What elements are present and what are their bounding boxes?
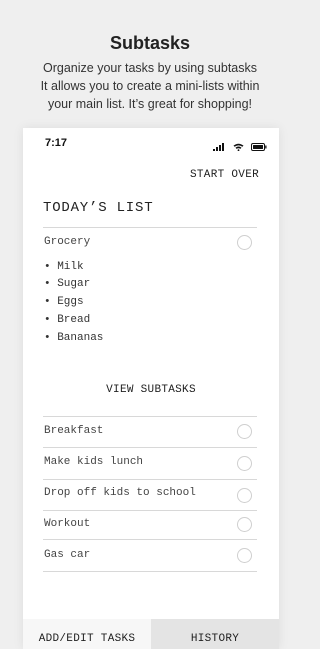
status-bar: 7:17 xyxy=(23,128,279,158)
battery-icon xyxy=(251,138,267,156)
phone-screen: 7:17 START OVER TODAY’S LIST Grocery • M… xyxy=(23,128,279,649)
task-label[interactable]: Gas car xyxy=(44,549,90,561)
signal-icon xyxy=(213,138,225,156)
status-time: 7:17 xyxy=(45,137,68,149)
task-label[interactable]: Make kids lunch xyxy=(44,456,143,468)
promo-line: your main list. It’s great for shopping! xyxy=(47,97,253,111)
promo-line: It allows you to create a mini-lists wit… xyxy=(40,79,260,93)
promo-description: Organize your tasks by using subtasks It… xyxy=(0,59,300,113)
divider xyxy=(43,416,257,417)
divider xyxy=(43,571,257,572)
subtask-item: • Bread xyxy=(44,314,91,326)
subtask-item: • Eggs xyxy=(44,296,84,308)
task-checkbox[interactable] xyxy=(237,456,252,471)
tab-history[interactable]: HISTORY xyxy=(151,619,279,649)
bottom-tab-bar: ADD/EDIT TASKS HISTORY xyxy=(23,619,279,649)
divider xyxy=(43,227,257,228)
task-label[interactable]: Workout xyxy=(44,518,90,530)
divider xyxy=(43,447,257,448)
task-label[interactable]: Breakfast xyxy=(44,425,103,437)
task-checkbox[interactable] xyxy=(237,424,252,439)
task-checkbox[interactable] xyxy=(237,235,252,250)
divider xyxy=(43,539,257,540)
task-checkbox[interactable] xyxy=(237,548,252,563)
divider xyxy=(43,510,257,511)
subtask-item: • Bananas xyxy=(44,332,104,344)
promo-title: Subtasks xyxy=(109,33,191,53)
view-subtasks-button[interactable]: VIEW SUBTASKS xyxy=(23,384,279,396)
start-over-button[interactable]: START OVER xyxy=(190,169,259,181)
task-label[interactable]: Drop off kids to school xyxy=(44,487,196,499)
tab-add-edit-tasks[interactable]: ADD/EDIT TASKS xyxy=(23,619,151,649)
divider xyxy=(43,479,257,480)
subtask-item: • Sugar xyxy=(44,278,91,290)
status-icons xyxy=(210,138,267,152)
subtask-item: • Milk xyxy=(44,261,84,273)
wifi-icon xyxy=(233,138,244,156)
task-checkbox[interactable] xyxy=(237,517,252,532)
task-grocery-label[interactable]: Grocery xyxy=(44,236,90,248)
task-checkbox[interactable] xyxy=(237,488,252,503)
list-title: TODAY’S LIST xyxy=(43,200,154,216)
promo-line: Organize your tasks by using subtasks xyxy=(43,61,257,75)
